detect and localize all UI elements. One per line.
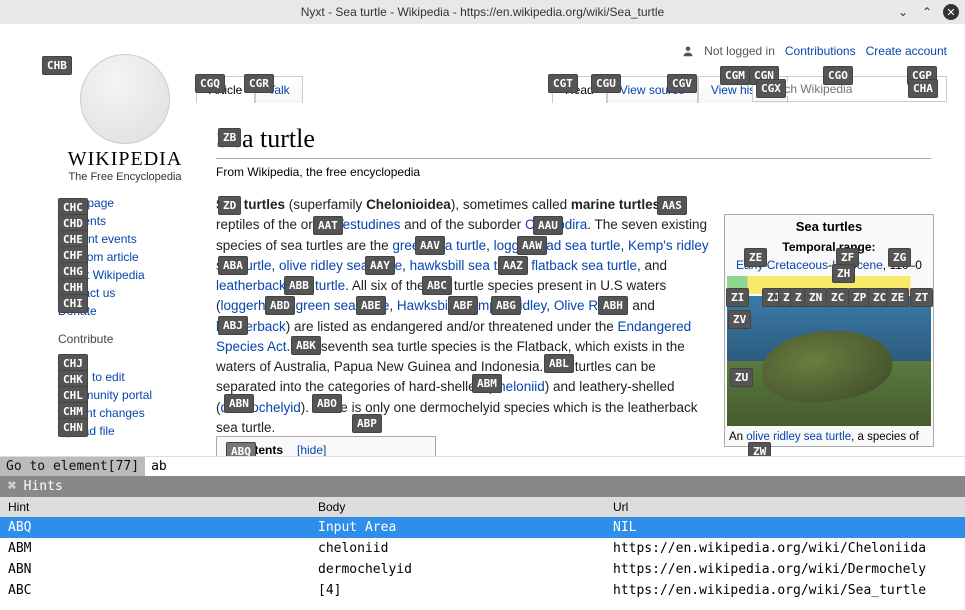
hint-tag: ZB — [218, 128, 241, 147]
contribute-heading: Contribute — [58, 332, 198, 346]
hint-tag: ZE — [744, 248, 767, 267]
page-title: Sea turtle — [216, 124, 931, 159]
hint-tag: AAW — [517, 236, 547, 255]
hint-tag: ZE — [886, 288, 909, 307]
prompt-input[interactable]: ab — [145, 457, 965, 476]
hints-panel: ⌘ Hints Hint Body Url ABQInput AreaNILAB… — [0, 476, 965, 601]
hints-row[interactable]: ABC[4]https://en.wikipedia.org/wiki/Sea_… — [0, 580, 965, 601]
hint-tag: AAT — [313, 216, 343, 235]
link-loggerhead[interactable]: loggerhead sea turtle — [494, 238, 621, 253]
toc-hide-link[interactable]: [hide] — [297, 443, 326, 456]
hint-tag: ABB — [284, 276, 314, 295]
link-testudines[interactable]: Testudines — [336, 217, 401, 232]
hint-tag: ZU — [730, 368, 753, 387]
window-title: Nyxt - Sea turtle - Wikipedia - https://… — [301, 5, 664, 19]
page-viewport: Not logged in Contributions Create accou… — [0, 24, 965, 456]
hint-tag: ZI — [726, 288, 749, 307]
hint-tag: AAU — [533, 216, 563, 235]
col-body: Body — [310, 497, 605, 517]
article-body: Sea turtles (superfamily Chelonioidea), … — [216, 195, 711, 438]
create-account-link[interactable]: Create account — [866, 44, 947, 58]
hint-tag: CGO — [823, 66, 853, 85]
maximize-button[interactable]: ⌃ — [919, 4, 935, 20]
hint-tag: CGR — [244, 74, 274, 93]
infobox-image[interactable] — [727, 296, 931, 426]
hint-tag: ABA — [218, 256, 248, 275]
hint-tag: ABH — [598, 296, 628, 315]
hint-tag: ABC — [422, 276, 452, 295]
hint-tag: ABG — [491, 296, 521, 315]
hint-tag: CGU — [591, 74, 621, 93]
hints-table: Hint Body Url ABQInput AreaNILABMcheloni… — [0, 497, 965, 601]
hint-tag: CHI — [58, 294, 88, 313]
hint-tag: ABF — [448, 296, 478, 315]
hint-tag: CGV — [667, 74, 697, 93]
hint-tag: ABQ — [226, 442, 256, 456]
person-icon — [682, 45, 694, 57]
logo-text: WIKIPEDIA — [60, 148, 190, 171]
hint-tag: AAY — [365, 256, 395, 275]
hint-tag: ABJ — [218, 316, 248, 335]
page-subtitle: From Wikipedia, the free encyclopedia — [216, 165, 931, 179]
hint-tag: ABN — [224, 394, 254, 413]
hint-tag: AAZ — [498, 256, 528, 275]
infobox-title: Sea turtles — [725, 215, 933, 238]
hint-tag: ZH — [832, 264, 855, 283]
link-leatherback[interactable]: leatherback sea turtle — [216, 278, 345, 293]
hint-tag: AAV — [415, 236, 445, 255]
hints-row[interactable]: ABNdermochelyidhttps://en.wikipedia.org/… — [0, 559, 965, 580]
hint-tag: ABE — [356, 296, 386, 315]
hint-tag: ABP — [352, 414, 382, 433]
hint-tag: ZW — [748, 442, 771, 456]
hint-tag: CHA — [908, 79, 938, 98]
link-hawksbill-2[interactable]: Hawksbill — [397, 298, 454, 313]
hints-row[interactable]: ABMcheloniidhttps://en.wikipedia.org/wik… — [0, 538, 965, 559]
hint-tag: ZD — [218, 196, 241, 215]
not-logged-in-label: Not logged in — [704, 44, 775, 58]
prompt-label: Go to element[77] — [0, 457, 145, 476]
close-button[interactable]: ✕ — [943, 4, 959, 20]
top-user-nav: Not logged in Contributions Create accou… — [682, 44, 947, 58]
minibuffer-prompt: Go to element[77] ab — [0, 456, 965, 476]
col-url: Url — [605, 497, 965, 517]
hint-tag: CGM — [720, 66, 750, 85]
hints-header: ⌘ Hints — [0, 476, 965, 497]
hint-tag: ABM — [472, 374, 502, 393]
hint-tag: ZG — [888, 248, 911, 267]
hint-tag: ZN — [804, 288, 827, 307]
window-titlebar: Nyxt - Sea turtle - Wikipedia - https://… — [0, 0, 965, 24]
hint-tag: ABO — [312, 394, 342, 413]
hint-tag: ZT — [910, 288, 933, 307]
globe-icon — [80, 54, 170, 144]
hint-tag: ZV — [728, 310, 751, 329]
hint-tag: ZC — [826, 288, 849, 307]
hint-tag: CGX — [756, 79, 786, 98]
hint-tag: ABK — [291, 336, 321, 355]
logo-subtitle: The Free Encyclopedia — [60, 171, 190, 183]
hint-tag: ABL — [544, 354, 574, 373]
minimize-button[interactable]: ⌄ — [895, 4, 911, 20]
hint-tag: AAS — [657, 196, 687, 215]
hint-tag: CHN — [58, 418, 88, 437]
wikipedia-logo[interactable]: WIKIPEDIA The Free Encyclopedia — [60, 54, 190, 183]
hint-tag: CGT — [548, 74, 578, 93]
col-hint: Hint — [0, 497, 310, 517]
hint-tag: ABD — [265, 296, 295, 315]
contributions-link[interactable]: Contributions — [785, 44, 856, 58]
link-flatback[interactable]: flatback sea turtle — [531, 258, 637, 273]
hint-tag: CHB — [42, 56, 72, 75]
hint-tag: CGQ — [195, 74, 225, 93]
hints-row[interactable]: ABQInput AreaNIL — [0, 517, 965, 538]
